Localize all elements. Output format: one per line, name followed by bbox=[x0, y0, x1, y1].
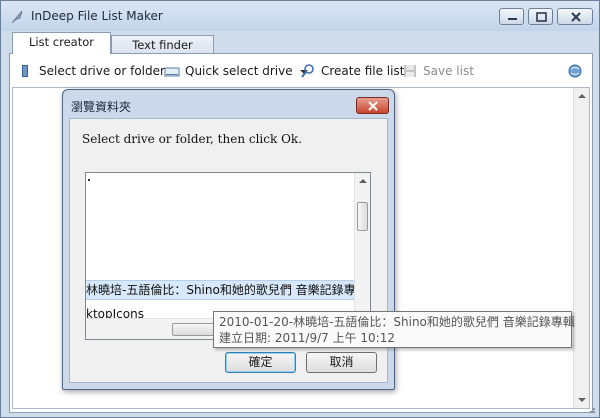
scroll-down-arrow-icon[interactable] bbox=[578, 398, 586, 402]
quick-select-drive-dropdown[interactable]: Quick select drive bbox=[164, 62, 309, 80]
folder-tooltip: 2010-01-20-林曉培-五語倫比：Shino和她的歌兒們 音樂記錄專輯 建… bbox=[213, 311, 575, 348]
dialog-title: 瀏覽資料夾 bbox=[71, 100, 132, 114]
tooltip-line-name: 2010-01-20-林曉培-五語倫比：Shino和她的歌兒們 音樂記錄專輯 bbox=[219, 315, 575, 329]
window-title: InDeep File List Maker bbox=[31, 9, 163, 23]
scroll-up-arrow-icon[interactable] bbox=[359, 179, 367, 183]
globe-icon[interactable] bbox=[567, 63, 583, 79]
maximize-button[interactable] bbox=[528, 8, 553, 25]
resize-grip-icon[interactable] bbox=[586, 404, 596, 414]
vertical-scrollbar[interactable] bbox=[573, 88, 589, 408]
toolbar: Select drive or folder Quick select driv… bbox=[10, 54, 592, 87]
minimize-button[interactable] bbox=[499, 8, 524, 25]
tooltip-line-date: 建立日期: 2011/9/7 上午 10:12 bbox=[219, 331, 395, 345]
dialog-message: Select drive or folder, then click Ok. bbox=[82, 132, 303, 146]
tab-text-finder[interactable]: Text finder bbox=[111, 35, 214, 55]
select-drive-button[interactable]: Select drive or folder bbox=[18, 62, 165, 80]
title-bar[interactable]: InDeep File List Maker bbox=[1, 1, 599, 31]
close-button[interactable] bbox=[557, 8, 593, 25]
search-icon bbox=[301, 64, 314, 78]
close-icon bbox=[368, 101, 378, 111]
ok-button[interactable]: 確定 bbox=[225, 352, 296, 373]
save-icon bbox=[404, 65, 416, 77]
tab-label: List creator bbox=[29, 35, 94, 49]
tab-list-creator[interactable]: List creator bbox=[12, 32, 111, 54]
minimize-icon bbox=[508, 18, 517, 20]
cancel-button[interactable]: 取消 bbox=[306, 352, 377, 373]
create-file-list-button[interactable]: Create file list bbox=[300, 62, 404, 80]
scroll-up-arrow-icon[interactable] bbox=[578, 94, 586, 98]
maximize-icon bbox=[536, 12, 547, 22]
scroll-thumb[interactable] bbox=[357, 202, 368, 231]
tree-selected-item[interactable]: 林曉培-五語倫比：Shino和她的歌兒們 音樂記錄專輯 bbox=[86, 280, 356, 300]
dialog-close-button[interactable] bbox=[356, 97, 389, 114]
tab-label: Text finder bbox=[132, 38, 193, 52]
bookmark-icon bbox=[22, 65, 28, 77]
feather-app-icon bbox=[9, 9, 25, 25]
drive-icon bbox=[164, 67, 180, 77]
tree-vertical-scrollbar[interactable] bbox=[354, 173, 370, 318]
tree-node-dot bbox=[88, 179, 90, 181]
save-list-button[interactable]: Save list bbox=[402, 62, 474, 80]
close-icon bbox=[571, 12, 581, 22]
